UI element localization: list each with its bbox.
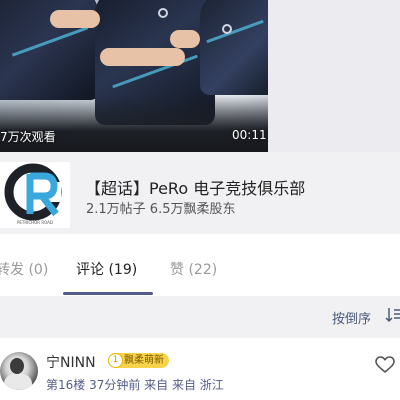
video-player[interactable]: 7万次观看 00:11 bbox=[0, 0, 268, 152]
video-figure bbox=[200, 0, 268, 95]
tab-comments[interactable]: 评论 (19) bbox=[76, 259, 137, 279]
fan-badge-label: 飘柔萌新 bbox=[124, 355, 164, 366]
sort-order-button[interactable]: 按倒序 bbox=[332, 308, 371, 327]
fan-level-badge[interactable]: 1 飘柔萌新 bbox=[108, 353, 169, 368]
super-topic-card[interactable]: PETRICHOR ROAD 【超话】PeRo 电子竞技俱乐部 2.1万帖子 6… bbox=[0, 152, 400, 234]
comment-item: 宁NINN 1 飘柔萌新 第16楼 37分钟前 来自 来自 浙江 bbox=[0, 338, 400, 400]
comment-username[interactable]: 宁NINN bbox=[46, 352, 96, 372]
pero-logo-icon: PETRICHOR ROAD bbox=[4, 163, 62, 225]
active-tab-indicator bbox=[63, 292, 153, 295]
sort-bar: 按倒序 bbox=[0, 296, 400, 338]
tab-likes[interactable]: 赞 (22) bbox=[170, 259, 217, 279]
svg-text:PETRICHOR ROAD: PETRICHOR ROAD bbox=[17, 220, 53, 225]
view-count: 7万次观看 bbox=[0, 130, 56, 144]
avatar[interactable] bbox=[0, 352, 38, 390]
video-duration: 00:11 bbox=[232, 128, 267, 142]
sort-icon[interactable] bbox=[385, 307, 400, 323]
tab-reposts[interactable]: 转发 (0) bbox=[0, 259, 48, 279]
tab-bar: 转发 (0) 评论 (19) 赞 (22) bbox=[0, 234, 400, 296]
page: 7万次观看 00:11 PETRICHOR ROAD 【超话】PeRo 电子竞技… bbox=[0, 0, 400, 400]
comment-meta: 第16楼 37分钟前 来自 来自 浙江 bbox=[46, 378, 224, 392]
fan-level-number: 1 bbox=[108, 353, 123, 368]
topic-stats: 2.1万帖子 6.5万飘柔股东 bbox=[86, 202, 236, 217]
topic-name[interactable]: 【超话】PeRo 电子竞技俱乐部 bbox=[85, 175, 305, 199]
topic-logo: PETRICHOR ROAD bbox=[0, 162, 70, 228]
video-section: 7万次观看 00:11 bbox=[0, 0, 400, 152]
heart-icon[interactable] bbox=[375, 356, 395, 374]
